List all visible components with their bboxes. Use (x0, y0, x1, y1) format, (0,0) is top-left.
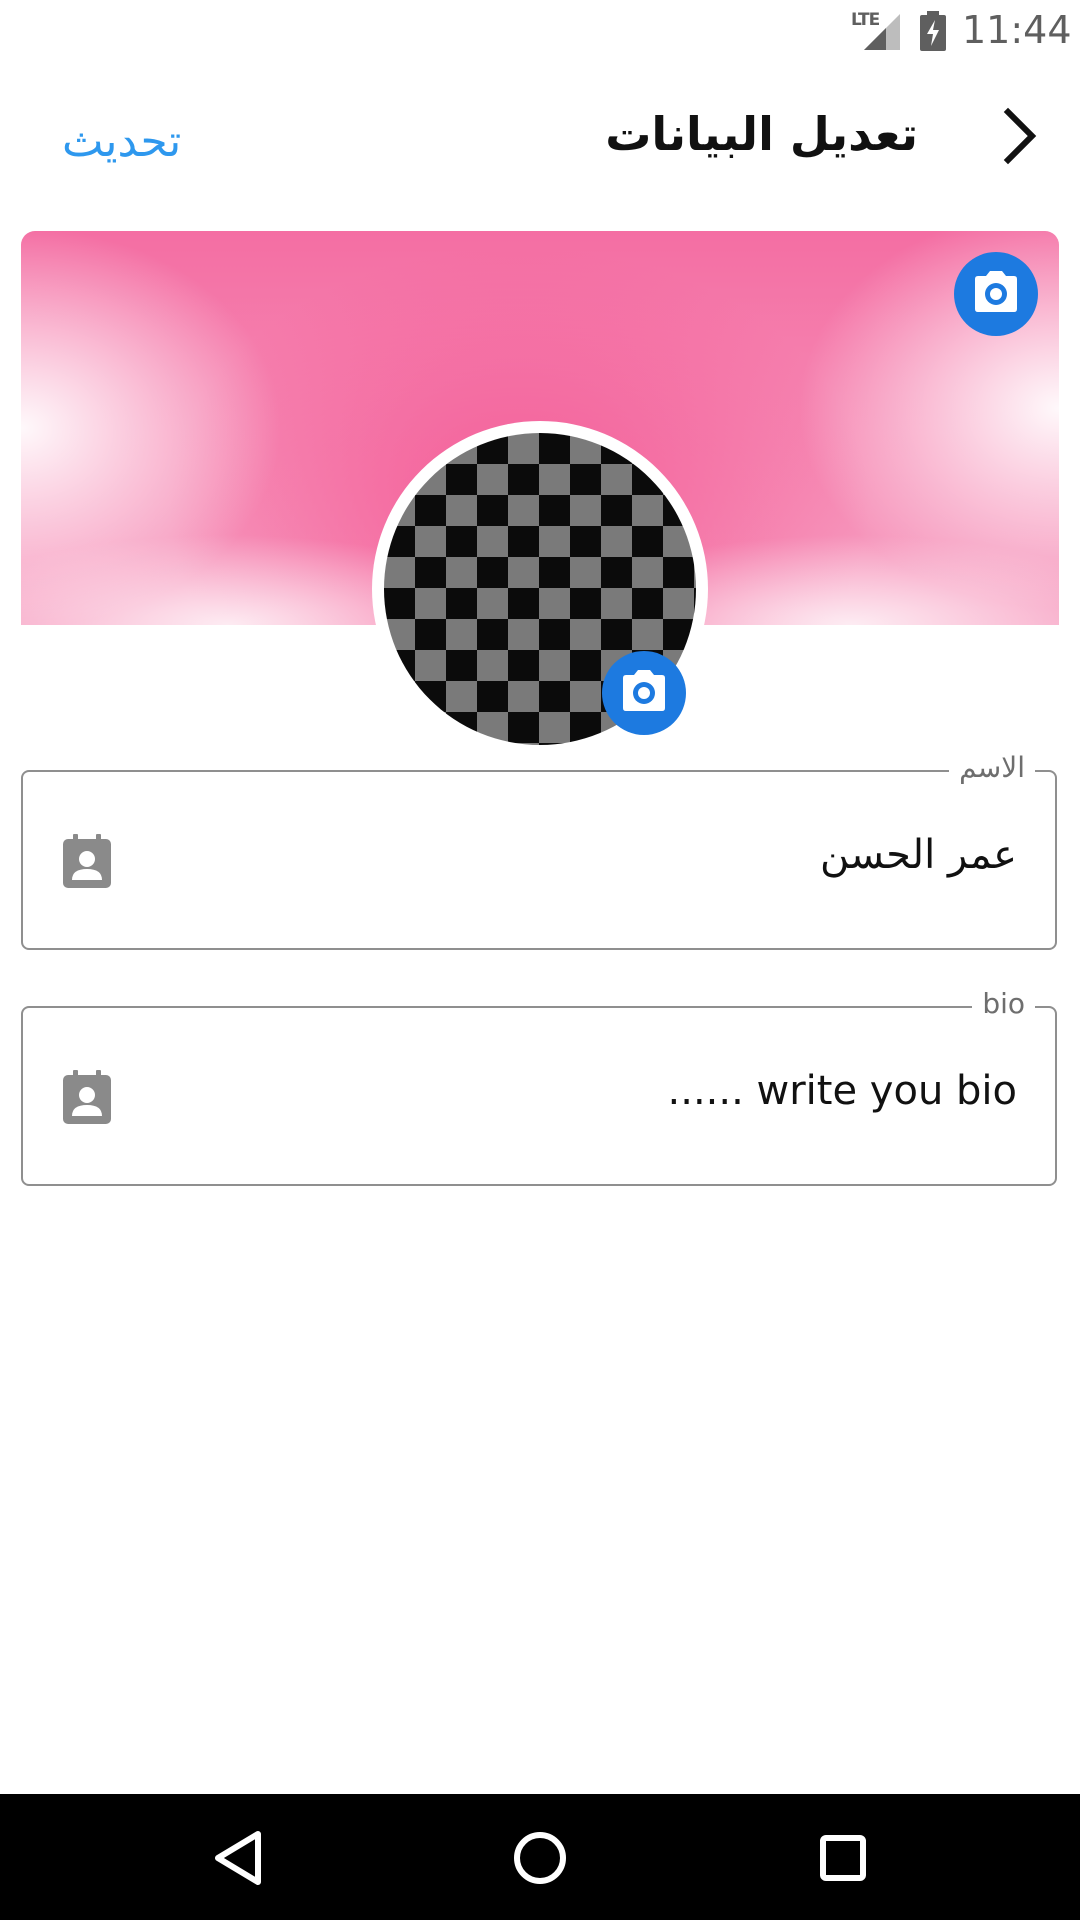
triangle-back-icon[interactable] (200, 1818, 280, 1898)
page-title: تعديل البيانات (605, 107, 918, 161)
battery-charging-icon (920, 11, 946, 51)
signal-icon (864, 14, 900, 50)
change-avatar-button[interactable] (602, 651, 686, 735)
update-button[interactable]: تحديث (62, 112, 181, 172)
status-bar: LTE 11:44 (0, 0, 1080, 62)
camera-icon (975, 271, 1017, 312)
name-field: الاسم (21, 750, 1057, 950)
app-header: تحديث تعديل البيانات (0, 62, 1080, 212)
camera-icon (623, 670, 665, 711)
change-cover-button[interactable] (954, 252, 1038, 336)
contact-card-icon (63, 1070, 111, 1124)
bio-field-label: bio (972, 986, 1035, 1022)
square-recents-icon[interactable] (803, 1818, 883, 1898)
circle-home-icon[interactable] (500, 1818, 580, 1898)
name-input[interactable] (217, 822, 1017, 888)
edit-profile-screen: LTE 11:44 تحديث تعديل البيانات الاسم عمر… (0, 0, 1080, 1920)
navigation-bar (0, 1794, 1080, 1920)
name-field-label: الاسم (949, 750, 1035, 786)
bio-field: bio (21, 986, 1057, 1186)
chevron-right-icon[interactable] (990, 104, 1050, 168)
status-time: 11:44 (962, 8, 1072, 52)
contact-card-icon (63, 834, 111, 888)
bio-input[interactable] (217, 1058, 1017, 1124)
